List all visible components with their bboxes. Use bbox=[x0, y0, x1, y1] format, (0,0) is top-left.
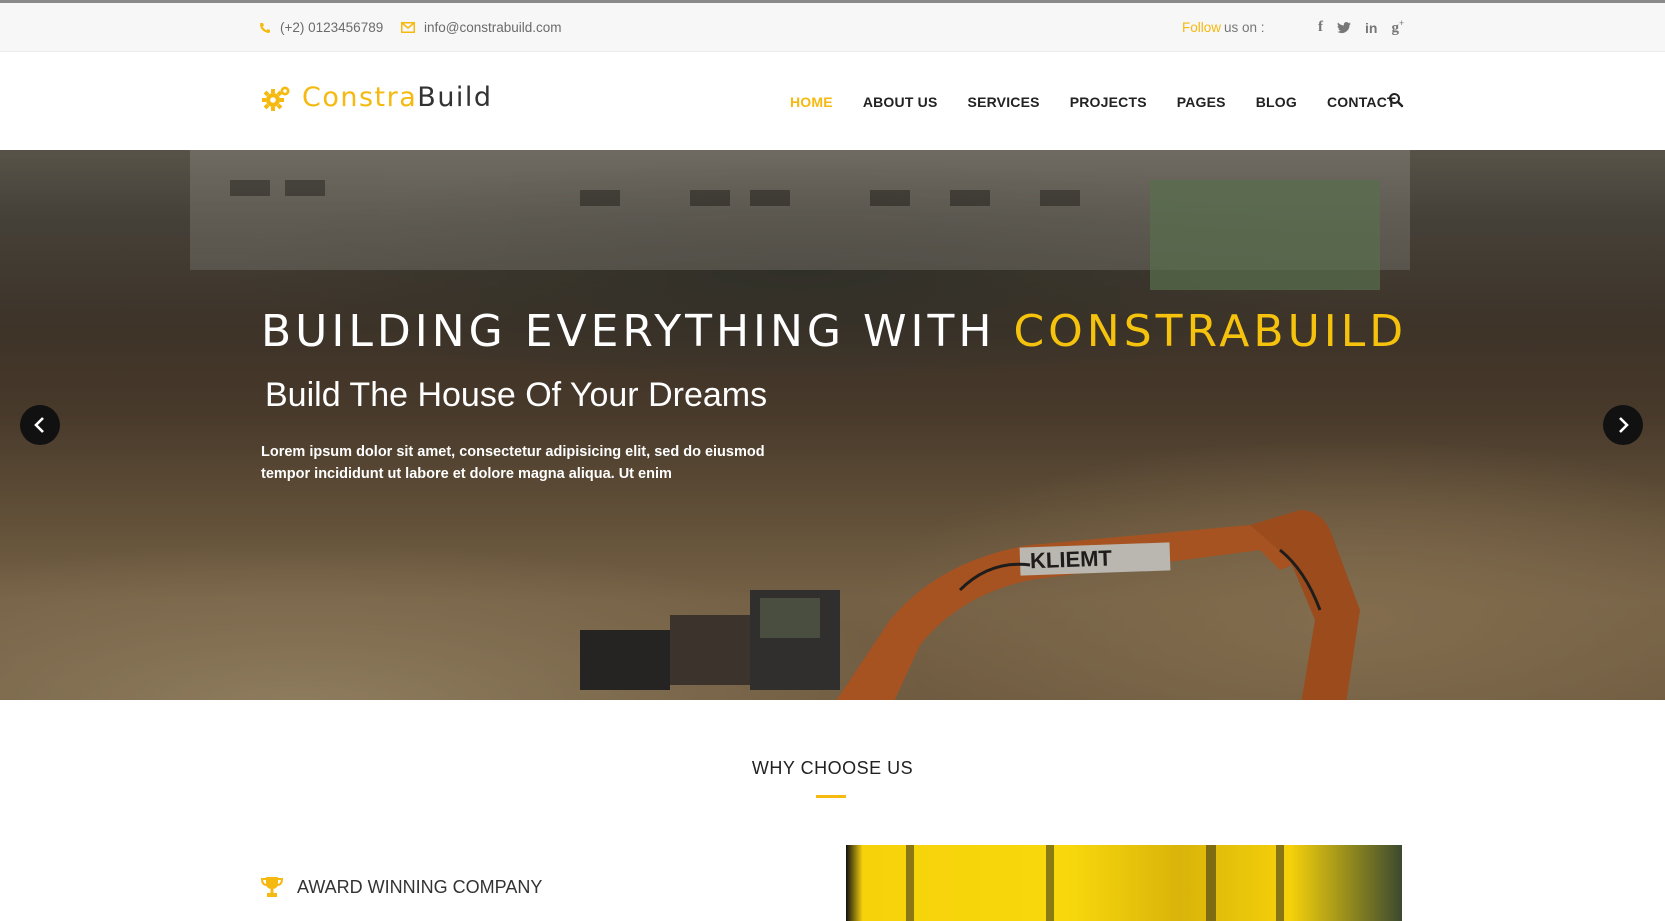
email-address: info@constrabuild.com bbox=[424, 20, 562, 35]
search-icon[interactable] bbox=[1388, 92, 1404, 108]
hero-slider: KLIEMT BUILDING EVERYTHING WITH CONSTRAB… bbox=[0, 150, 1665, 700]
feature-award-label: AWARD WINNING COMPANY bbox=[297, 876, 543, 897]
follow-label: Follow us on : bbox=[1182, 20, 1337, 35]
trophy-icon bbox=[261, 877, 283, 897]
google-plus-icon[interactable]: g+ bbox=[1391, 18, 1404, 37]
chevron-left-icon bbox=[34, 417, 44, 433]
site-header: ConstraBuild HOME ABOUT US SERVICES PROJ… bbox=[0, 52, 1665, 150]
nav-projects[interactable]: PROJECTS bbox=[1070, 94, 1147, 110]
feature-award: AWARD WINNING COMPANY bbox=[261, 876, 542, 898]
chevron-right-icon bbox=[1619, 417, 1629, 433]
linkedin-icon[interactable]: in bbox=[1365, 20, 1377, 36]
why-choose-us-title: WHY CHOOSE US bbox=[751, 758, 914, 778]
social-links: f in g+ bbox=[1318, 18, 1404, 37]
hero-text: Lorem ipsum dolor sit amet, consectetur … bbox=[261, 444, 765, 482]
page: (+2) 0123456789 info@constrabuild.com Fo… bbox=[0, 0, 1665, 921]
phone-number: (+2) 0123456789 bbox=[280, 20, 384, 35]
logo-part-build: Build bbox=[417, 82, 493, 113]
nav-contact[interactable]: CONTACT bbox=[1327, 94, 1396, 110]
follow-accent: Follow bbox=[1182, 20, 1222, 35]
hero-subtitle: Build The House Of Your Dreams bbox=[265, 376, 768, 414]
phone-icon bbox=[260, 22, 270, 33]
slider-prev-button[interactable] bbox=[20, 405, 60, 445]
nav-pages[interactable]: PAGES bbox=[1177, 94, 1226, 110]
machinery-photo bbox=[846, 845, 1402, 921]
nav-services[interactable]: SERVICES bbox=[968, 94, 1040, 110]
logo-text: ConstraBuild bbox=[302, 82, 493, 113]
hero-overlay bbox=[0, 150, 1665, 700]
envelope-icon bbox=[401, 22, 415, 33]
phone-contact[interactable]: (+2) 0123456789 bbox=[259, 20, 383, 35]
nav-home[interactable]: HOME bbox=[790, 94, 833, 110]
logo-part-constra: Constra bbox=[302, 82, 418, 113]
email-contact[interactable]: info@constrabuild.com bbox=[401, 20, 562, 35]
nav-blog[interactable]: BLOG bbox=[1256, 94, 1297, 110]
gears-logo-icon bbox=[262, 86, 290, 111]
nav-about-us[interactable]: ABOUT US bbox=[863, 94, 938, 110]
hero-title-accent: CONSTRABUILD bbox=[1013, 306, 1408, 357]
main-nav: HOME ABOUT US SERVICES PROJECTS PAGES BL… bbox=[790, 94, 1426, 110]
hero-title-white: BUILDING EVERYTHING WITH bbox=[261, 306, 1014, 357]
hero-title: BUILDING EVERYTHING WITH CONSTRABUILD bbox=[261, 306, 1407, 357]
top-bar: (+2) 0123456789 info@constrabuild.com Fo… bbox=[0, 0, 1665, 52]
follow-rest: us on : bbox=[1224, 20, 1265, 35]
facebook-icon[interactable]: f bbox=[1318, 19, 1323, 36]
slider-next-button[interactable] bbox=[1603, 405, 1643, 445]
twitter-icon[interactable] bbox=[1337, 21, 1351, 34]
logo[interactable]: ConstraBuild bbox=[262, 82, 493, 113]
title-underline bbox=[816, 795, 846, 798]
